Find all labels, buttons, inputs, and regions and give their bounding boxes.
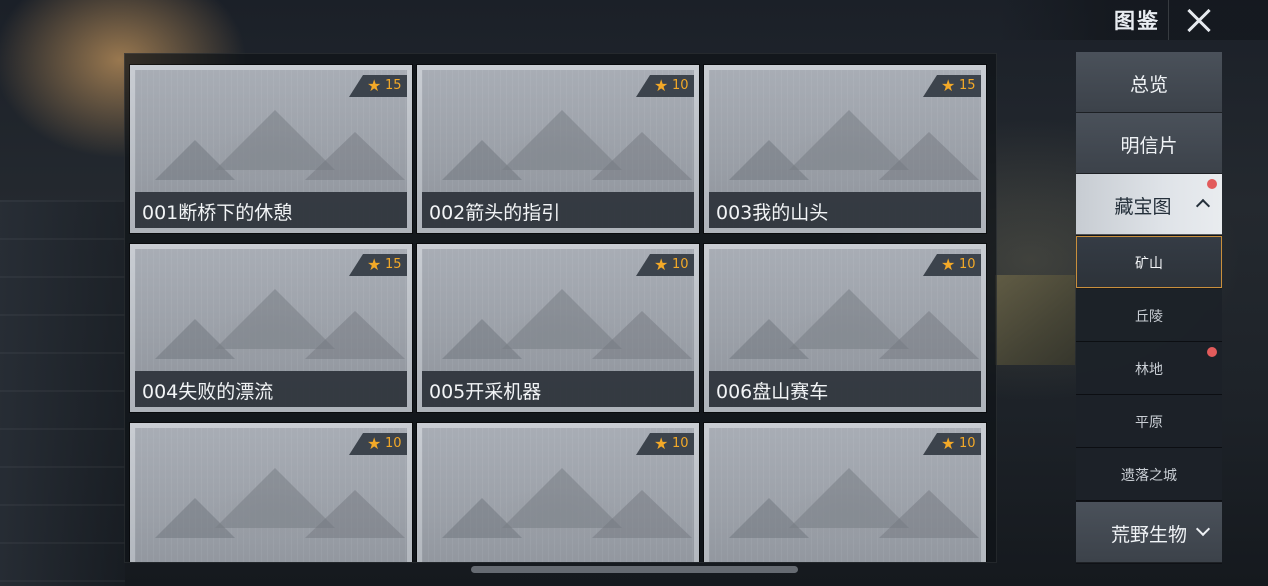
collection-card[interactable]: ★ 10 [130, 423, 412, 562]
collection-card[interactable]: ★ 10 005开采机器 [417, 244, 699, 412]
collection-card[interactable]: ★ 10 [704, 423, 986, 562]
star-reward-badge: ★ 15 [349, 254, 407, 276]
collection-card[interactable]: ★ 15 001断桥下的休憩 [130, 65, 412, 233]
card-thumbnail: ★ 10 [709, 428, 981, 562]
star-icon: ★ [654, 255, 669, 274]
collection-card[interactable]: ★ 15 004失败的漂流 [130, 244, 412, 412]
subtab-mine[interactable]: 矿山 [1076, 236, 1222, 289]
background-map-board [995, 275, 1075, 365]
card-title: 004失败的漂流 [142, 381, 274, 403]
card-title: 002箭头的指引 [429, 202, 561, 224]
card-label-bar: 002箭头的指引 [422, 192, 694, 228]
star-count: 10 [959, 436, 976, 451]
card-thumbnail: ★ 10 [422, 428, 694, 562]
subtab-label: 遗落之城 [1121, 468, 1177, 484]
close-button[interactable] [1168, 0, 1229, 40]
star-count: 10 [672, 436, 689, 451]
star-count: 10 [672, 257, 689, 272]
card-title: 003我的山头 [716, 202, 829, 224]
collection-card[interactable]: ★ 10 [417, 423, 699, 562]
star-icon: ★ [941, 255, 956, 274]
star-reward-badge: ★ 15 [923, 75, 981, 97]
star-count: 15 [385, 78, 402, 93]
star-reward-badge: ★ 10 [923, 254, 981, 276]
card-title: 001断桥下的休憩 [142, 202, 293, 224]
tab-overview[interactable]: 总览 [1076, 52, 1222, 113]
card-thumbnail: ★ 10 005开采机器 [422, 249, 694, 407]
notification-dot [1207, 179, 1217, 189]
tab-wildlife[interactable]: 荒野生物 [1076, 502, 1222, 563]
collection-card[interactable]: ★ 15 003我的山头 [704, 65, 986, 233]
subtab-woodland[interactable]: 林地 [1076, 342, 1222, 395]
star-count: 10 [385, 436, 402, 451]
tab-postcards[interactable]: 明信片 [1076, 113, 1222, 174]
horizontal-scrollbar[interactable] [471, 566, 798, 573]
collection-grid[interactable]: ★ 15 001断桥下的休憩 ★ 10 002箭头的指引 ★ 15 003我的山… [124, 53, 997, 563]
page-title: 图鉴 [1114, 9, 1160, 33]
collection-card[interactable]: ★ 10 002箭头的指引 [417, 65, 699, 233]
star-icon: ★ [367, 76, 382, 95]
star-reward-badge: ★ 10 [349, 433, 407, 455]
star-icon: ★ [941, 76, 956, 95]
background-shelf [0, 200, 125, 586]
card-title: 005开采机器 [429, 381, 542, 403]
collection-card[interactable]: ★ 10 006盘山赛车 [704, 244, 986, 412]
subtab-plains[interactable]: 平原 [1076, 395, 1222, 448]
star-count: 15 [385, 257, 402, 272]
star-reward-badge: ★ 10 [923, 433, 981, 455]
card-thumbnail: ★ 15 003我的山头 [709, 70, 981, 228]
card-title: 006盘山赛车 [716, 381, 829, 403]
star-icon: ★ [941, 434, 956, 453]
star-icon: ★ [367, 255, 382, 274]
card-thumbnail: ★ 15 001断桥下的休憩 [135, 70, 407, 228]
card-thumbnail: ★ 10 006盘山赛车 [709, 249, 981, 407]
star-count: 15 [959, 78, 976, 93]
card-thumbnail: ★ 10 [135, 428, 407, 562]
star-icon: ★ [654, 434, 669, 453]
subtab-label: 丘陵 [1135, 309, 1163, 325]
subtab-lost-city[interactable]: 遗落之城 [1076, 448, 1222, 501]
card-thumbnail: ★ 15 004失败的漂流 [135, 249, 407, 407]
tab-treasure-map[interactable]: 藏宝图 [1076, 174, 1222, 235]
card-label-bar: 006盘山赛车 [709, 371, 981, 407]
category-sidebar: 总览 明信片 藏宝图 矿山 丘陵 林地 平原 遗落之城 荒野生物 [1076, 52, 1222, 564]
star-icon: ★ [367, 434, 382, 453]
card-label-bar: 004失败的漂流 [135, 371, 407, 407]
card-label-bar: 003我的山头 [709, 192, 981, 228]
subtab-label: 平原 [1135, 415, 1163, 431]
star-icon: ★ [654, 76, 669, 95]
star-reward-badge: ★ 15 [349, 75, 407, 97]
tab-label: 明信片 [1120, 135, 1178, 157]
star-count: 10 [959, 257, 976, 272]
star-reward-badge: ★ 10 [636, 75, 694, 97]
tab-label: 总览 [1129, 74, 1168, 96]
subtab-label: 林地 [1135, 362, 1163, 378]
star-reward-badge: ★ 10 [636, 254, 694, 276]
notification-dot [1207, 347, 1217, 357]
subtab-hills[interactable]: 丘陵 [1076, 289, 1222, 342]
subtab-label: 矿山 [1135, 256, 1163, 272]
star-reward-badge: ★ 10 [636, 433, 694, 455]
star-count: 10 [672, 78, 689, 93]
card-thumbnail: ★ 10 002箭头的指引 [422, 70, 694, 228]
card-label-bar: 001断桥下的休憩 [135, 192, 407, 228]
card-label-bar: 005开采机器 [422, 371, 694, 407]
